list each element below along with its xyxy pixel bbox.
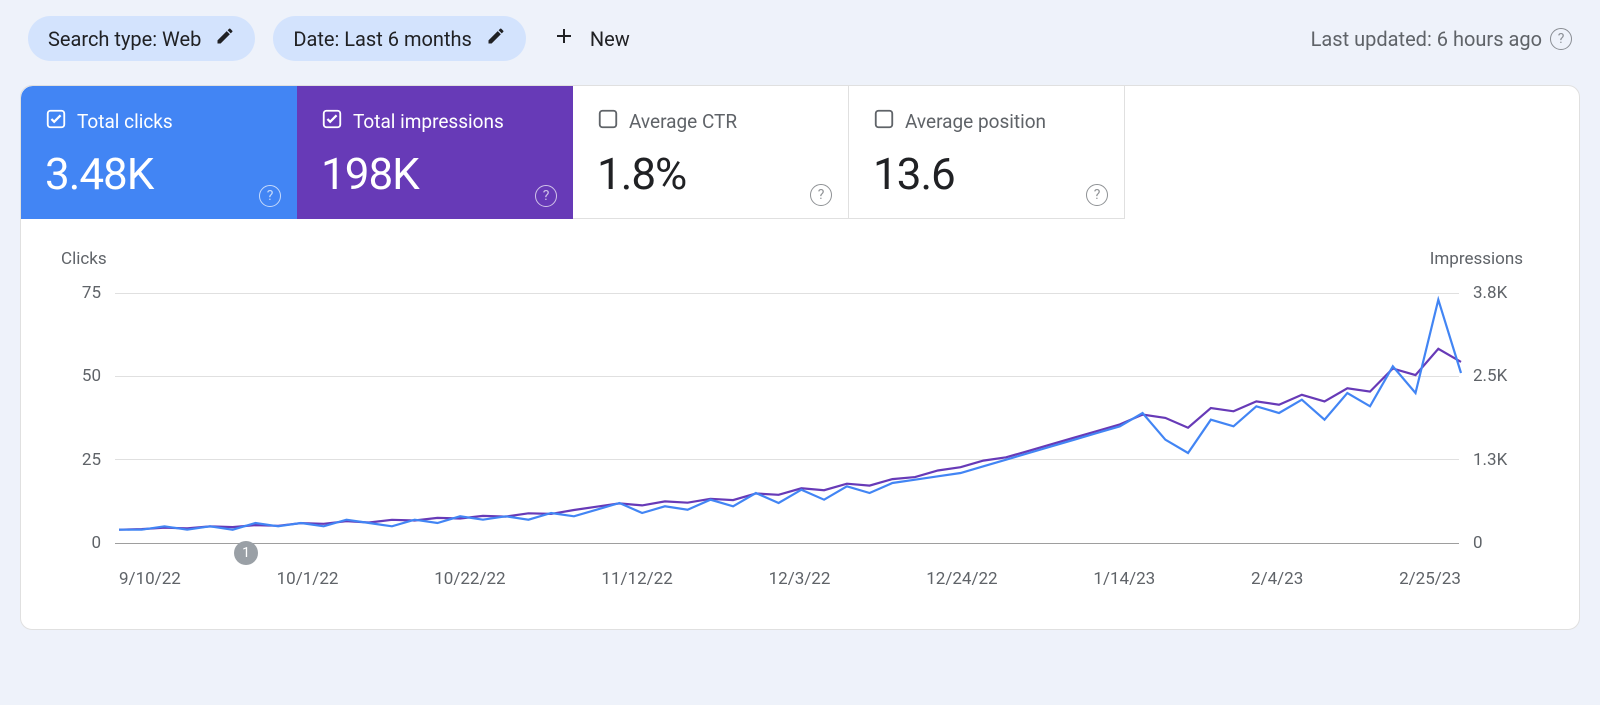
x-tick-label: 2/25/23 xyxy=(1399,569,1461,589)
search-type-filter[interactable]: Search type: Web xyxy=(28,16,255,61)
filter-label: Search type: Web xyxy=(48,27,201,51)
checkbox-checked-icon xyxy=(45,108,67,134)
filter-bar: Search type: Web Date: Last 6 months New… xyxy=(0,0,1600,85)
right-axis-title: Impressions xyxy=(1430,249,1523,269)
plus-icon xyxy=(552,24,576,53)
x-tick-label: 1/14/23 xyxy=(1093,569,1155,589)
metric-label: Average position xyxy=(905,110,1046,133)
metric-label: Average CTR xyxy=(629,110,737,133)
metric-value: 13.6 xyxy=(873,148,1100,200)
chart-area: Clicks Impressions 753.8K 502.5K 251.3K … xyxy=(21,219,1579,629)
x-tick-label: 11/12/22 xyxy=(601,569,672,589)
new-filter-button[interactable]: New xyxy=(552,24,630,53)
x-tick-label: 12/3/22 xyxy=(769,569,831,589)
x-tick-label: 12/24/22 xyxy=(926,569,997,589)
metric-tab-position[interactable]: Average position 13.6 ? xyxy=(849,86,1125,219)
metric-tabs: Total clicks 3.48K ? Total impressions 1… xyxy=(21,86,1579,219)
y-right-tick: 0 xyxy=(1473,533,1523,553)
chart-lines xyxy=(119,283,1461,533)
help-icon[interactable]: ? xyxy=(535,185,557,207)
help-icon[interactable]: ? xyxy=(810,184,832,206)
pencil-icon xyxy=(215,26,235,51)
checkbox-checked-icon xyxy=(321,108,343,134)
pencil-icon xyxy=(486,26,506,51)
last-updated-text: Last updated: 6 hours ago xyxy=(1311,27,1542,51)
x-tick-label: 2/4/23 xyxy=(1251,569,1303,589)
checkbox-unchecked-icon xyxy=(597,108,619,134)
y-left-tick: 75 xyxy=(61,283,101,303)
y-right-tick: 2.5K xyxy=(1473,366,1523,386)
y-right-tick: 1.3K xyxy=(1473,450,1523,470)
data-point-marker[interactable]: 1 xyxy=(234,541,258,565)
metric-tab-clicks[interactable]: Total clicks 3.48K ? xyxy=(21,86,297,219)
help-icon[interactable]: ? xyxy=(1086,184,1108,206)
x-tick-label: 9/10/22 xyxy=(119,569,181,589)
checkbox-unchecked-icon xyxy=(873,108,895,134)
last-updated: Last updated: 6 hours ago ? xyxy=(1311,27,1572,51)
y-right-tick: 3.8K xyxy=(1473,283,1523,303)
date-range-filter[interactable]: Date: Last 6 months xyxy=(273,16,526,61)
metric-tab-ctr[interactable]: Average CTR 1.8% ? xyxy=(573,86,849,219)
y-left-tick: 0 xyxy=(61,533,101,553)
x-tick-label: 10/1/22 xyxy=(277,569,339,589)
y-left-tick: 50 xyxy=(61,366,101,386)
filter-label: Date: Last 6 months xyxy=(293,27,472,51)
new-label: New xyxy=(590,27,630,51)
x-axis-ticks: 9/10/22 10/1/22 10/22/22 11/12/22 12/3/22 12/… xyxy=(119,569,1461,589)
performance-card: Total clicks 3.48K ? Total impressions 1… xyxy=(20,85,1580,630)
left-axis-title: Clicks xyxy=(61,249,107,269)
x-tick-label: 10/22/22 xyxy=(434,569,505,589)
help-icon[interactable]: ? xyxy=(1550,28,1572,50)
chart-plot[interactable]: 753.8K 502.5K 251.3K 00 1 xyxy=(119,283,1461,533)
metric-label: Total clicks xyxy=(77,110,173,133)
metric-value: 3.48K xyxy=(45,148,273,200)
y-left-tick: 25 xyxy=(61,450,101,470)
metric-tab-impressions[interactable]: Total impressions 198K ? xyxy=(297,86,573,219)
metric-value: 1.8% xyxy=(597,148,824,200)
metric-label: Total impressions xyxy=(353,110,504,133)
help-icon[interactable]: ? xyxy=(259,185,281,207)
metric-value: 198K xyxy=(321,148,549,200)
